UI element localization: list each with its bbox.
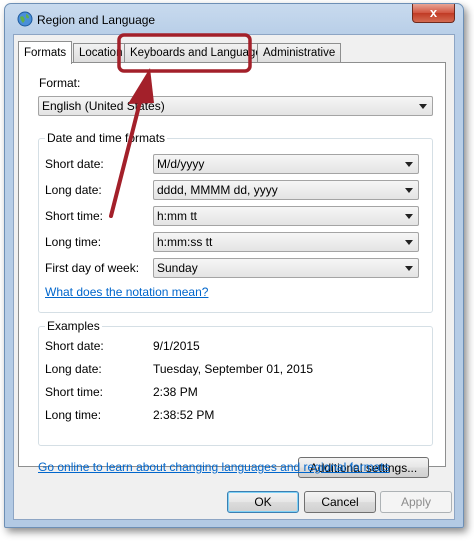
cancel-button[interactable]: Cancel bbox=[304, 491, 376, 513]
examples-group-title: Examples bbox=[45, 319, 102, 333]
format-value: English (United States) bbox=[42, 99, 165, 113]
example-long-date-label: Long date: bbox=[45, 362, 102, 376]
long-date-value: dddd, MMMM dd, yyyy bbox=[157, 183, 278, 197]
close-button[interactable]: x bbox=[412, 4, 455, 23]
notation-help-link[interactable]: What does the notation mean? bbox=[45, 285, 208, 299]
example-short-date-label: Short date: bbox=[45, 339, 104, 353]
long-time-label: Long time: bbox=[45, 235, 102, 249]
chevron-down-icon bbox=[405, 214, 413, 219]
first-day-of-week-value: Sunday bbox=[157, 261, 198, 275]
apply-button[interactable]: Apply bbox=[380, 491, 452, 513]
chevron-down-icon bbox=[405, 240, 413, 245]
example-long-date-value: Tuesday, September 01, 2015 bbox=[153, 362, 314, 376]
long-date-select[interactable]: dddd, MMMM dd, yyyy bbox=[153, 180, 419, 200]
example-short-time-label: Short time: bbox=[45, 385, 104, 399]
title-bar[interactable]: Region and Language x bbox=[5, 4, 463, 34]
tab-location[interactable]: Location bbox=[73, 43, 129, 63]
short-time-select[interactable]: h:mm tt bbox=[153, 206, 419, 226]
tab-keyboards-and-languages[interactable]: Keyboards and Languages bbox=[124, 43, 274, 63]
long-time-select[interactable]: h:mm:ss tt bbox=[153, 232, 419, 252]
short-date-select[interactable]: M/d/yyyy bbox=[153, 154, 419, 174]
dialog-client: Formats Location Keyboards and Languages… bbox=[13, 34, 455, 520]
tab-formats[interactable]: Formats bbox=[18, 41, 73, 64]
datetime-group-title: Date and time formats bbox=[45, 131, 168, 145]
globe-icon bbox=[17, 11, 33, 27]
short-date-label: Short date: bbox=[45, 157, 104, 171]
short-time-label: Short time: bbox=[45, 209, 104, 223]
example-short-time-value: 2:38 PM bbox=[153, 385, 198, 399]
chevron-down-icon bbox=[405, 266, 413, 271]
first-day-of-week-label: First day of week: bbox=[45, 261, 140, 275]
ok-button[interactable]: OK bbox=[227, 491, 299, 513]
datetime-formats-group: Date and time formats Short date: M/d/yy… bbox=[38, 131, 433, 313]
format-label: Format: bbox=[39, 76, 81, 90]
example-long-time-label: Long time: bbox=[45, 408, 102, 422]
short-date-value: M/d/yyyy bbox=[157, 157, 205, 171]
examples-group: Examples Short date: 9/1/2015 Long date:… bbox=[38, 319, 433, 446]
tab-administrative[interactable]: Administrative bbox=[257, 43, 342, 63]
region-language-window: Region and Language x Formats Location K… bbox=[4, 3, 464, 528]
formats-tab-page: Format: English (United States) Date and… bbox=[18, 62, 446, 478]
chevron-down-icon bbox=[405, 162, 413, 167]
chevron-down-icon bbox=[419, 104, 427, 109]
window-title: Region and Language bbox=[37, 13, 156, 27]
chevron-down-icon bbox=[405, 188, 413, 193]
short-time-value: h:mm tt bbox=[157, 209, 198, 223]
online-regional-formats-link[interactable]: Go online to learn about changing langua… bbox=[38, 460, 390, 474]
example-short-date-value: 9/1/2015 bbox=[153, 339, 200, 353]
format-select[interactable]: English (United States) bbox=[38, 96, 433, 116]
long-date-label: Long date: bbox=[45, 183, 102, 197]
first-day-of-week-select[interactable]: Sunday bbox=[153, 258, 419, 278]
tab-strip: Formats Location Keyboards and Languages… bbox=[18, 41, 450, 64]
long-time-value: h:mm:ss tt bbox=[157, 235, 213, 249]
example-long-time-value: 2:38:52 PM bbox=[153, 408, 215, 422]
